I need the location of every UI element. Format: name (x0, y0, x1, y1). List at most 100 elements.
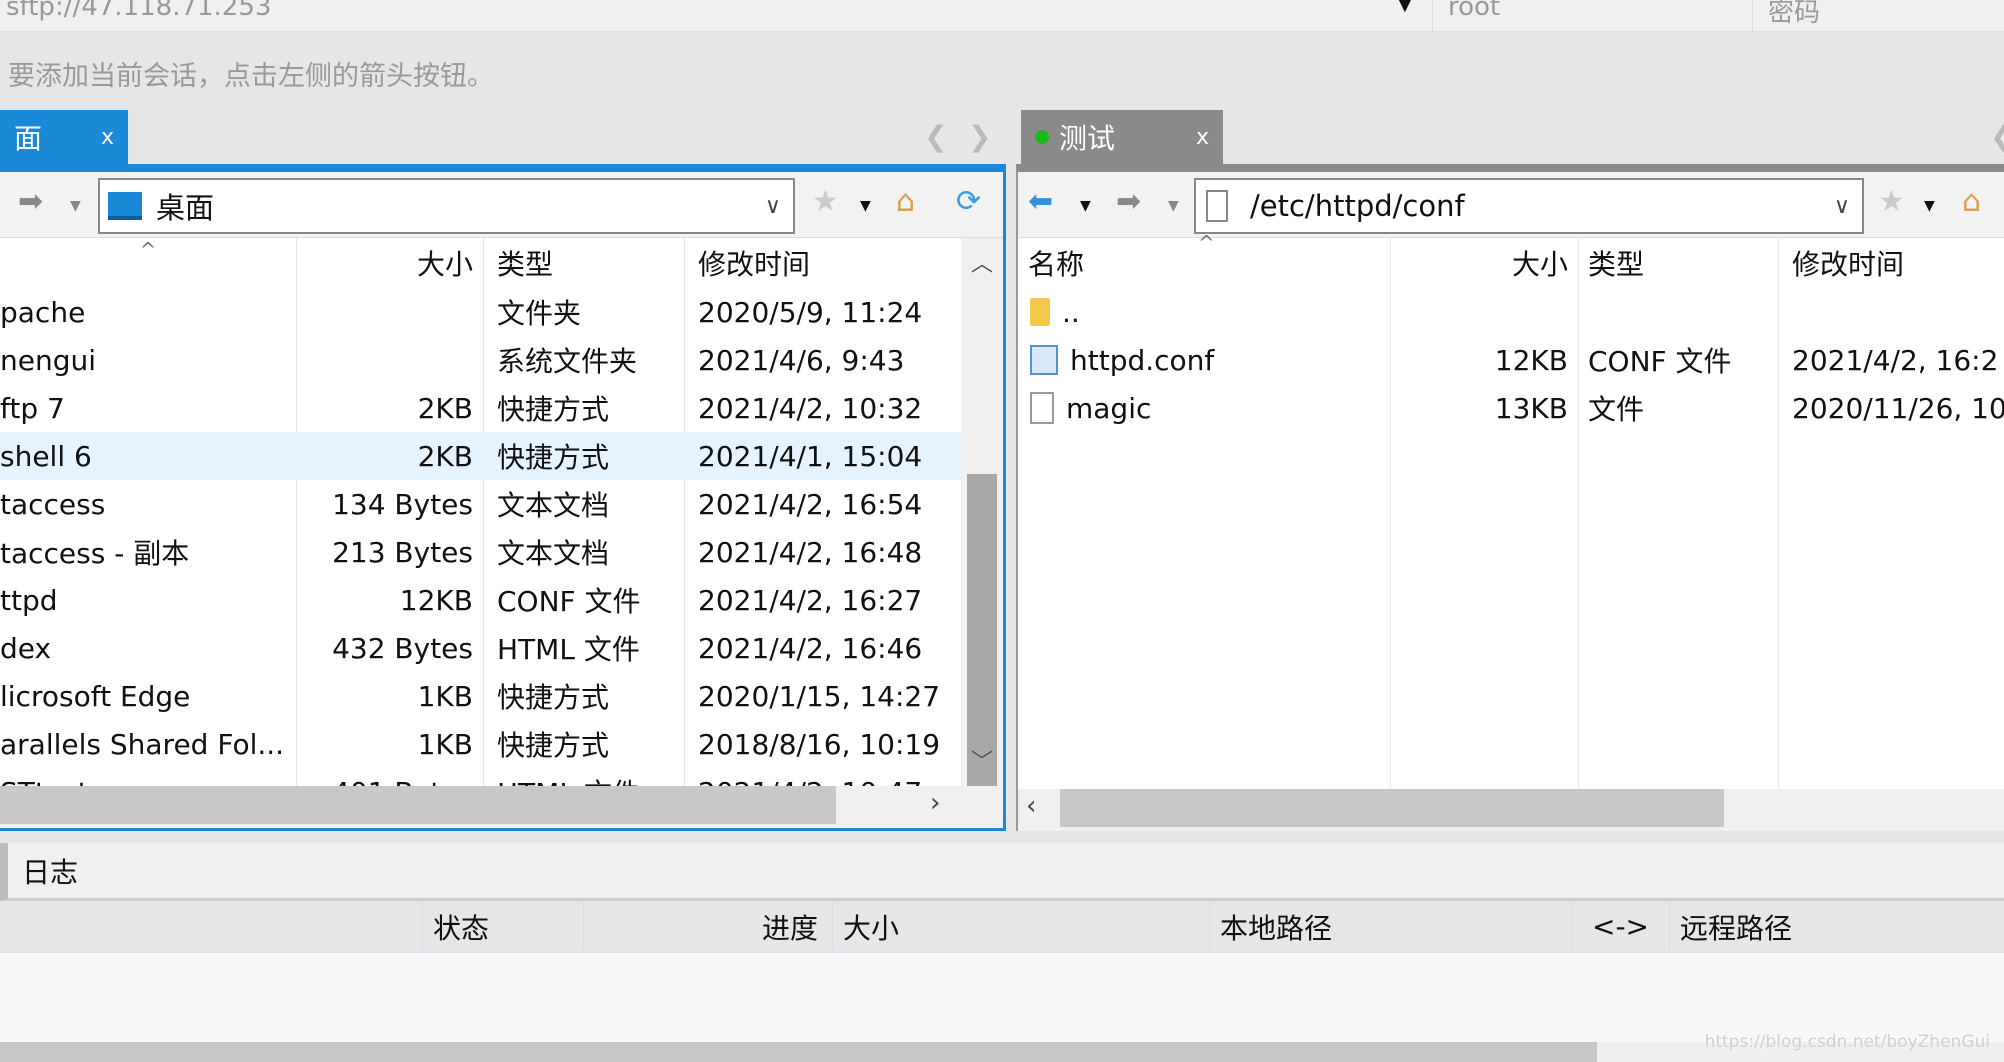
transfer-list (0, 953, 2004, 1042)
scroll-up-icon[interactable]: ︿ (971, 246, 993, 278)
column-header-type[interactable]: 类型 (1578, 238, 1778, 288)
file-modified: 2021/4/2, 16:46 (698, 631, 923, 665)
remote-file-list: .. httpd.conf 12KB CONF 文件 2021/4/2, 16:2 mag… (1018, 288, 2004, 789)
chevron-down-icon[interactable]: ∨ (765, 194, 781, 219)
file-type: 快捷方式 (497, 681, 610, 714)
horizontal-scrollbar[interactable]: ‹ (1018, 789, 2004, 831)
file-row[interactable]: taccess 134 Bytes 文本文档 2021/4/2, 16:54 (0, 480, 961, 528)
dropdown-icon[interactable]: ▼ (1924, 198, 1935, 214)
column-header-modified[interactable]: 修改时间 (684, 238, 961, 288)
host-input[interactable]: sftp://47.118.71.253 (6, 0, 271, 22)
tab-remote[interactable]: 测试 x (1021, 110, 1223, 164)
file-modified: 2021/4/2, 16:48 (698, 535, 923, 569)
column-header-type[interactable]: 类型 (483, 238, 684, 288)
session-hint: 要添加当前会话，点击左侧的箭头按钮。 (8, 61, 494, 92)
connection-bar: sftp://47.118.71.253 ▼ root 密码 (0, 0, 2004, 32)
divider (1752, 0, 1753, 32)
file-row[interactable]: licrosoft Edge 1KB 快捷方式 2020/1/15, 14:27 (0, 672, 961, 720)
file-row[interactable]: .. (1018, 288, 2004, 336)
scrollbar-thumb[interactable] (1060, 789, 1724, 827)
file-type: 快捷方式 (497, 441, 610, 474)
file-row[interactable]: httpd.conf 12KB CONF 文件 2021/4/2, 16:2 (1018, 336, 2004, 384)
scrollbar-thumb[interactable] (0, 786, 836, 824)
scrollbar-thumb[interactable] (967, 474, 997, 790)
file-row[interactable]: ftp 7 2KB 快捷方式 2021/4/2, 10:32 (0, 384, 961, 432)
scrollbar-thumb[interactable] (0, 1042, 1597, 1062)
address-text: /etc/httpd/conf (1250, 189, 1465, 223)
scroll-right-icon[interactable]: › (930, 788, 940, 818)
file-name: arallels Shared Fol... (0, 727, 285, 761)
refresh-icon[interactable]: ⟳ (956, 184, 981, 219)
divider (1432, 0, 1433, 32)
file-row[interactable]: magic 13KB 文件 2020/11/26, 10 (1018, 384, 2004, 432)
folder-icon (1030, 298, 1050, 326)
back-arrow-icon[interactable]: ⬅ (1028, 184, 1053, 219)
file-size: 12KB (399, 583, 473, 617)
file-name-cell: magic (1018, 384, 1390, 432)
file-size (1390, 288, 1578, 336)
column-header-size[interactable]: 大小 (832, 902, 1209, 951)
tab-scroll-right-icon[interactable]: ❯ (968, 120, 991, 153)
file-type: 快捷方式 (497, 729, 610, 762)
vertical-scrollbar[interactable]: ︿ ﹀ (961, 238, 1003, 790)
column-header-local-path[interactable]: 本地路径 (1209, 902, 1571, 951)
host-dropdown-icon[interactable]: ▼ (1398, 0, 1412, 15)
file-modified: 2021/4/2, 16:54 (698, 487, 923, 521)
forward-arrow-icon[interactable]: ➡ (18, 184, 43, 219)
file-row[interactable]: ttpd 12KB CONF 文件 2021/4/2, 16:27 (0, 576, 961, 624)
local-address-bar[interactable]: 桌面 ∨ (98, 178, 795, 234)
tab-log[interactable]: 日志 (0, 843, 2004, 901)
file-row[interactable]: taccess - 副本 213 Bytes 文本文档 2021/4/2, 16:48 (0, 528, 961, 576)
watermark: https://blog.csdn.net/boyZhenGui (1704, 1032, 1990, 1052)
file-row[interactable]: nengui 系统文件夹 2021/4/6, 9:43 (0, 336, 961, 384)
remote-address-bar[interactable]: /etc/httpd/conf ∨ (1194, 178, 1864, 234)
file-type: HTML 文件 (497, 633, 640, 666)
file-row[interactable]: STtest401 BytesHTML 文件2021/4/2, 10:47 (0, 768, 961, 787)
file-row[interactable]: dex 432 Bytes HTML 文件 2021/4/2, 16:46 (0, 624, 961, 672)
file-icon (1206, 190, 1228, 222)
file-type: 文本文档 (497, 489, 610, 522)
file-row[interactable]: shell 6 2KB 快捷方式 2021/4/1, 15:04 (0, 432, 961, 480)
local-file-panel: ➡ ▼ 桌面 ∨ ★ ▼ ⌂ ⟳ ^ 大小 类型 修改时间 pache 文件夹 20… (0, 164, 1006, 831)
bookmark-star-icon[interactable]: ★ (1878, 184, 1905, 219)
tab-scroll-left-icon[interactable]: ❮ (924, 120, 947, 153)
remote-file-panel: ⬅ ▼ ➡ ▼ /etc/httpd/conf ∨ ★ ▼ ⌂ 名称 ^ 大小 … (1016, 164, 2004, 831)
forward-arrow-icon[interactable]: ➡ (1116, 184, 1141, 219)
dropdown-icon[interactable]: ▼ (1080, 198, 1091, 214)
chevron-down-icon[interactable]: ∨ (1834, 194, 1850, 219)
column-header-modified[interactable]: 修改时间 (1778, 238, 2004, 288)
tab-local[interactable]: 面 x (0, 110, 128, 164)
home-folder-icon[interactable]: ⌂ (1962, 184, 1981, 219)
file-type: 系统文件夹 (497, 345, 638, 378)
horizontal-scrollbar[interactable] (0, 1042, 2004, 1062)
column-header-progress[interactable]: 进度 (583, 902, 832, 951)
file-size: 2KB (417, 439, 473, 473)
horizontal-scrollbar[interactable]: › (0, 786, 1003, 828)
dropdown-icon[interactable]: ▼ (1168, 198, 1179, 214)
tab-scroll-left-icon[interactable]: ❮ (1990, 120, 2004, 153)
username-input[interactable]: root (1448, 0, 1500, 22)
file-modified: 2021/4/2, 10:47 (684, 768, 961, 787)
dropdown-icon[interactable]: ▼ (860, 198, 871, 214)
scroll-left-icon[interactable]: ‹ (1026, 791, 1036, 821)
file-name: magic (1066, 391, 1152, 425)
scroll-down-icon[interactable]: ﹀ (971, 744, 993, 776)
column-header-size[interactable]: 大小 (1390, 238, 1578, 288)
column-header-status[interactable]: 状态 (422, 902, 583, 951)
file-row[interactable]: pache 文件夹 2020/5/9, 11:24 (0, 288, 961, 336)
connected-status-icon (1035, 130, 1049, 144)
file-modified: 2020/1/15, 14:27 (698, 679, 941, 713)
file-modified: 2020/11/26, 10 (1792, 391, 2004, 425)
file-size: 401 Bytes (296, 768, 483, 787)
column-header-size[interactable]: 大小 (296, 238, 483, 288)
column-header-direction[interactable]: <-> (1571, 902, 1669, 951)
dropdown-icon[interactable]: ▼ (70, 198, 81, 214)
close-icon[interactable]: x (1196, 125, 1209, 150)
file-type (1578, 288, 1778, 336)
file-row[interactable]: arallels Shared Fol... 1KB 快捷方式 2018/8/16, … (0, 720, 961, 768)
password-input[interactable]: 密码 (1768, 0, 1820, 29)
column-header-remote-path[interactable]: 远程路径 (1669, 902, 2004, 951)
bookmark-star-icon[interactable]: ★ (812, 184, 839, 219)
home-folder-icon[interactable]: ⌂ (896, 184, 915, 219)
close-icon[interactable]: x (101, 125, 114, 150)
